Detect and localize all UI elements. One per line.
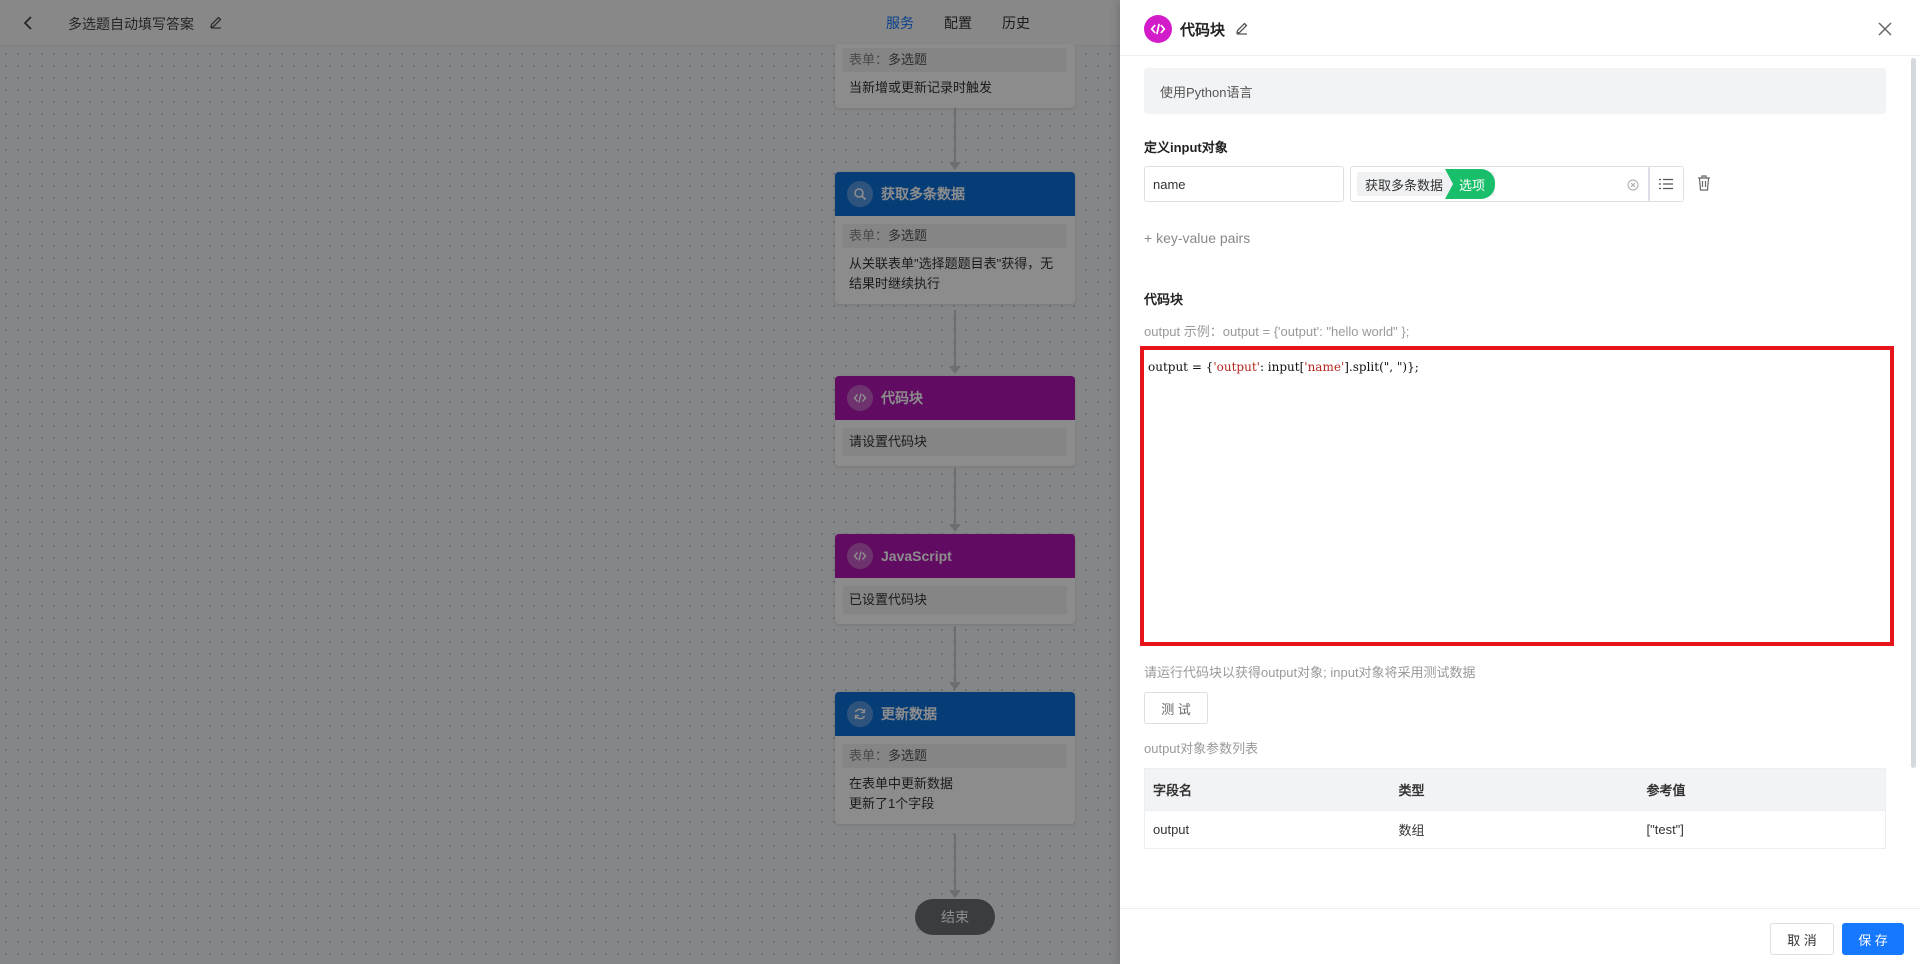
flow-node-javascript[interactable]: JavaScript 已设置代码块	[835, 534, 1075, 624]
connector-arrow	[949, 890, 961, 898]
top-bar: 多选题自动填写答案 服务 配置 历史	[0, 0, 1120, 46]
field-list-button[interactable]	[1648, 166, 1684, 202]
node-desc: 结果时继续执行	[849, 276, 941, 291]
table-header-row: 字段名 类型 参考值	[1144, 768, 1886, 811]
tab-config[interactable]: 配置	[944, 13, 972, 33]
add-key-value-button[interactable]: + key-value pairs	[1144, 230, 1250, 246]
node-form-chip: 表单：多选题	[843, 224, 1067, 248]
table-header: 类型	[1390, 768, 1639, 811]
connector	[954, 834, 956, 892]
test-button[interactable]: 测 试	[1144, 692, 1208, 724]
connector-arrow	[949, 162, 961, 170]
refresh-icon	[847, 701, 873, 727]
node-header: 获取多条数据	[835, 172, 1075, 216]
drawer-title: 代码块	[1180, 22, 1226, 39]
node-title: 获取多条数据	[881, 186, 965, 202]
edit-title-icon[interactable]	[208, 14, 224, 30]
app-title: 多选题自动填写答案	[68, 16, 194, 32]
value-tag: 获取多条数据 选项	[1357, 169, 1496, 199]
tab-service[interactable]: 服务	[886, 13, 914, 33]
drawer-header: 代码块	[1120, 0, 1920, 56]
connector-arrow	[949, 366, 961, 374]
scrollbar[interactable]	[1911, 58, 1916, 768]
output-list-title: output对象参数列表	[1144, 741, 1259, 756]
table-cell: 数组	[1390, 810, 1639, 849]
language-info: 使用Python语言	[1144, 68, 1886, 114]
cancel-button[interactable]: 取 消	[1770, 923, 1834, 955]
top-tabs: 服务 配置 历史	[886, 13, 1030, 33]
connector	[954, 310, 956, 366]
code-icon	[847, 543, 873, 569]
flow-node-code[interactable]: 代码块 请设置代码块	[835, 376, 1075, 466]
back-arrow-icon[interactable]	[20, 14, 38, 32]
code-icon	[1144, 15, 1172, 43]
node-desc: 已设置代码块	[843, 586, 1067, 614]
save-button[interactable]: 保 存	[1842, 923, 1904, 955]
value-tag-field: 选项	[1445, 169, 1496, 199]
table-row: output 数组 ["test"]	[1144, 810, 1886, 849]
node-desc: 更新了1个字段	[849, 796, 935, 811]
close-icon[interactable]	[1876, 20, 1894, 38]
flow-node-fetch[interactable]: 获取多条数据 表单：多选题 从关联表单"选择题题目表"获得，无 结果时继续执行	[835, 172, 1075, 304]
input-section-title: 定义input对象	[1144, 140, 1228, 155]
flow-canvas[interactable]: 多选题自动填写答案 服务 配置 历史 表单：多选题 当新增或更新记录时触发 获取…	[0, 0, 1120, 964]
end-node[interactable]: 结束	[915, 899, 995, 935]
flow-node-update[interactable]: 更新数据 表单：多选题 在表单中更新数据 更新了1个字段	[835, 692, 1075, 824]
node-header: 更新数据	[835, 692, 1075, 736]
node-title: 更新数据	[881, 706, 937, 722]
input-key-field[interactable]	[1144, 166, 1344, 202]
list-icon	[1659, 178, 1673, 190]
connector	[954, 468, 956, 526]
connector	[954, 108, 956, 164]
search-data-icon	[847, 181, 873, 207]
code-icon	[847, 385, 873, 411]
node-header: JavaScript	[835, 534, 1075, 578]
tab-history[interactable]: 历史	[1002, 13, 1030, 33]
code-editor[interactable]: output = {'output': input['name'].split(…	[1140, 346, 1894, 646]
output-example-hint: output 示例：output = {'output': "hello wor…	[1144, 324, 1410, 339]
flow-node-trigger[interactable]: 表单：多选题 当新增或更新记录时触发	[835, 44, 1075, 108]
connector-arrow	[949, 682, 961, 690]
node-form-chip: 表单：多选题	[843, 48, 1067, 72]
connector-arrow	[949, 524, 961, 532]
table-header: 字段名	[1144, 768, 1391, 811]
table-header: 参考值	[1638, 768, 1886, 811]
code-section-title: 代码块	[1144, 292, 1184, 307]
node-desc: 从关联表单"选择题题目表"获得，无	[849, 256, 1054, 271]
node-title: 代码块	[881, 390, 923, 406]
node-form-chip: 表单：多选题	[843, 744, 1067, 768]
run-hint: 请运行代码块以获得output对象; input对象将采用测试数据	[1144, 665, 1476, 680]
clear-icon[interactable]	[1627, 179, 1639, 191]
table-cell: ["test"]	[1638, 810, 1886, 849]
node-desc: 请设置代码块	[843, 428, 1067, 456]
drawer-footer: 取 消 保 存	[1120, 908, 1920, 964]
trash-icon[interactable]	[1696, 174, 1712, 192]
connector	[954, 626, 956, 682]
node-header: 代码块	[835, 376, 1075, 420]
output-params-table: 字段名 类型 参考值 output 数组 ["test"]	[1144, 768, 1886, 849]
table-cell: output	[1144, 810, 1391, 849]
edit-title-icon[interactable]	[1234, 20, 1250, 36]
node-desc: 当新增或更新记录时触发	[849, 80, 993, 95]
node-title: JavaScript	[881, 548, 952, 564]
input-value-field[interactable]: 获取多条数据 选项	[1350, 166, 1650, 202]
code-block-drawer: 代码块 使用Python语言 定义input对象 获取多条数据 选项 + key…	[1120, 0, 1920, 964]
node-desc: 在表单中更新数据	[849, 776, 954, 791]
